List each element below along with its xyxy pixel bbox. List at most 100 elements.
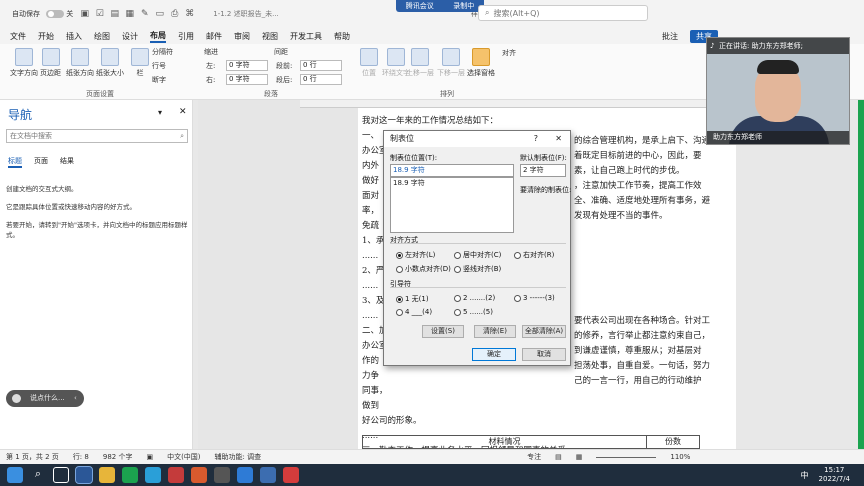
menu-home[interactable]: 开始 <box>38 31 54 42</box>
autosave-toggle[interactable]: 关 <box>46 9 73 19</box>
default-tabs-input[interactable]: 2 字符 <box>520 164 566 177</box>
set-button[interactable]: 设置(S) <box>422 325 464 338</box>
status-page[interactable]: 第 1 页，共 2 页 <box>6 452 59 462</box>
checkbox-icon[interactable]: ☑ <box>94 9 105 20</box>
menu-draw[interactable]: 绘图 <box>94 31 110 42</box>
menu-view[interactable]: 视图 <box>262 31 278 42</box>
send-backward-button[interactable]: 下移一层 <box>437 48 465 78</box>
recorder-icon[interactable] <box>260 467 276 483</box>
menu-layout[interactable]: 布局 <box>150 30 166 43</box>
grid-icon[interactable]: ▦ <box>124 9 135 20</box>
indent-left-input[interactable]: 0 字符 <box>226 60 268 71</box>
menu-design[interactable]: 设计 <box>122 31 138 42</box>
text-direction-button[interactable]: 文字方向 <box>10 48 38 78</box>
orientation-button[interactable]: 纸张方向 <box>66 48 94 78</box>
columns-button[interactable]: 栏 <box>131 48 149 78</box>
chat-input[interactable]: 说点什么... ‹ <box>6 390 84 407</box>
excel-icon[interactable] <box>122 467 138 483</box>
nav-search-input[interactable]: 在文档中搜索 ⌕ <box>6 129 188 143</box>
task-view-icon[interactable] <box>53 467 69 483</box>
leader-3-radio[interactable]: 3 ------(3) <box>514 294 555 302</box>
close-icon[interactable]: ✕ <box>555 131 562 147</box>
video-app-icon[interactable] <box>214 467 230 483</box>
tree-icon[interactable]: ⌘ <box>184 9 195 20</box>
ime-indicator[interactable]: 中 <box>801 470 809 481</box>
spacing-after-input[interactable]: 0 行 <box>300 74 342 85</box>
meeting-app-icon[interactable] <box>237 467 253 483</box>
bring-forward-button[interactable]: 上移一层 <box>406 48 434 78</box>
status-language[interactable]: 中文(中国) <box>167 452 200 462</box>
meeting-indicator[interactable]: 腾讯会议 录制中 <box>396 0 484 12</box>
image-icon[interactable]: ▤ <box>109 9 120 20</box>
menu-mailings[interactable]: 邮件 <box>206 31 222 42</box>
nav-tab-headings[interactable]: 标题 <box>8 156 22 168</box>
align-button[interactable]: 对齐 <box>502 48 516 58</box>
align-left-radio[interactable]: 左对齐(L) <box>396 250 435 260</box>
spacing-before-input[interactable]: 0 行 <box>300 60 342 71</box>
document-line-fragment: 担荡处事，自重自爱。一句话，努力 <box>574 361 711 371</box>
nav-tab-results[interactable]: 结果 <box>60 156 74 166</box>
hyphenation-button[interactable]: 断字 <box>152 75 166 85</box>
indent-right-input[interactable]: 0 字符 <box>226 74 268 85</box>
edge-icon[interactable] <box>145 467 161 483</box>
clear-button[interactable]: 清除(E) <box>474 325 516 338</box>
red-app-icon[interactable] <box>283 467 299 483</box>
align-bar-radio[interactable]: 竖线对齐(B) <box>454 264 501 274</box>
menu-insert[interactable]: 插入 <box>66 31 82 42</box>
zoom-slider[interactable] <box>596 456 657 458</box>
breaks-button[interactable]: 分隔符 <box>152 47 173 57</box>
menu-help[interactable]: 帮助 <box>334 31 350 42</box>
nav-options-icon[interactable]: ▾ <box>158 108 162 117</box>
align-decimal-radio[interactable]: 小数点对齐(D) <box>396 264 451 274</box>
zoom-level[interactable]: 110% <box>670 453 690 461</box>
menu-developer[interactable]: 开发工具 <box>290 31 322 42</box>
focus-button[interactable]: 专注 <box>527 452 541 462</box>
format-painter-icon[interactable]: ✎ <box>139 9 150 20</box>
status-accessibility[interactable]: 辅助功能: 调查 <box>215 452 262 462</box>
document-title: 1-1.2 述职报告_未... <box>213 10 279 18</box>
size-button[interactable]: 纸张大小 <box>96 48 124 78</box>
collapse-icon[interactable]: ‹ <box>74 390 77 407</box>
proofing-icon[interactable]: ▣ <box>146 453 153 461</box>
horizontal-ruler[interactable] <box>300 100 736 108</box>
video-window[interactable]: ♪ 正在讲话: 助力东方郑老师; 助力东方郑老师 <box>706 37 850 145</box>
folder-icon[interactable]: ▭ <box>154 9 165 20</box>
comments-button[interactable]: 批注 <box>662 31 678 42</box>
menu-file[interactable]: 文件 <box>10 31 26 42</box>
leader-5-radio[interactable]: 5 ......(5) <box>454 308 493 316</box>
print-layout-icon[interactable]: ▦ <box>576 453 583 461</box>
search-input[interactable]: ⌕ 搜索(Alt+Q) <box>478 5 648 21</box>
help-icon[interactable]: ? <box>534 131 538 147</box>
search-icon[interactable]: ⌕ <box>30 467 46 483</box>
line-numbers-button[interactable]: 行号 <box>152 61 166 71</box>
start-icon[interactable] <box>7 467 23 483</box>
acrobat-icon[interactable] <box>168 467 184 483</box>
save-icon[interactable]: ▣ <box>79 9 90 20</box>
leader-1-radio[interactable]: 1 无(1) <box>396 294 429 304</box>
position-button[interactable]: 位置 <box>360 48 378 78</box>
clear-all-button[interactable]: 全部清除(A) <box>522 325 566 338</box>
print-icon[interactable]: ⎙ <box>169 9 180 20</box>
menu-review[interactable]: 审阅 <box>234 31 250 42</box>
explorer-icon[interactable] <box>99 467 115 483</box>
clock[interactable]: 15:17 2022/7/4 <box>819 466 850 484</box>
leader-2-radio[interactable]: 2 .......(2) <box>454 294 495 302</box>
spacing-after-label: 段后: <box>276 76 293 84</box>
margins-button[interactable]: 页边距 <box>40 48 61 78</box>
align-center-radio[interactable]: 居中对齐(C) <box>454 250 501 260</box>
tab-position-list[interactable]: 18.9 字符 <box>390 177 514 233</box>
nav-close-icon[interactable]: ✕ <box>179 107 187 117</box>
tab-position-input[interactable]: 18.9 字符 <box>390 164 514 177</box>
word-app-icon[interactable] <box>75 466 93 484</box>
ok-button[interactable]: 确定 <box>472 348 516 361</box>
align-right-radio[interactable]: 右对齐(R) <box>514 250 554 260</box>
selection-pane-button[interactable]: 选择窗格 <box>467 48 495 78</box>
powerpoint-icon[interactable] <box>191 467 207 483</box>
read-mode-icon[interactable]: ▤ <box>555 453 562 461</box>
leader-4-radio[interactable]: 4 ___(4) <box>396 308 432 316</box>
nav-tab-pages[interactable]: 页面 <box>34 156 48 166</box>
cancel-button[interactable]: 取消 <box>522 348 566 361</box>
tab-position-list-item[interactable]: 18.9 字符 <box>393 179 425 187</box>
status-words[interactable]: 982 个字 <box>103 452 133 462</box>
menu-references[interactable]: 引用 <box>178 31 194 42</box>
